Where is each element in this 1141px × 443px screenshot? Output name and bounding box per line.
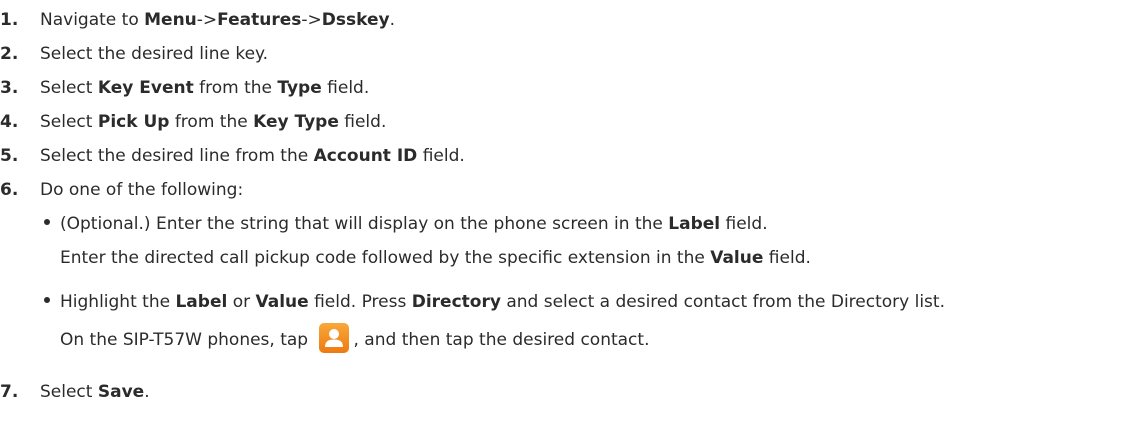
bullet-text: Highlight the: [60, 292, 176, 312]
step-text: Select the desired line from the: [40, 146, 314, 166]
step-text: Select: [40, 112, 98, 132]
step-text: field.: [338, 112, 387, 132]
step-text: Do one of the following:: [40, 180, 244, 200]
key-type-label: Key Type: [253, 112, 339, 132]
bullet-text: field.: [720, 214, 768, 234]
bullet-text: On the SIP-T57W phones, tap: [60, 330, 314, 350]
period-text: .: [389, 10, 395, 30]
step-4: 4. Select Pick Up from the Key Type field…: [0, 110, 386, 134]
step-7: 7. Select Save.: [0, 380, 150, 404]
dsskey-label: Dsskey: [321, 10, 390, 30]
bullet-continuation-1: Enter the directed call pickup code foll…: [60, 246, 811, 270]
key-event-label: Key Event: [97, 78, 194, 98]
step-6: 6. Do one of the following:: [0, 178, 243, 202]
arrow-text: ->: [301, 10, 322, 30]
bullet-dot-icon: [44, 297, 50, 303]
label-field-name: Label: [668, 214, 721, 234]
bullet-item-1: (Optional.) Enter the string that will d…: [44, 212, 768, 236]
features-label: Features: [217, 10, 302, 30]
bullet-continuation-2: On the SIP-T57W phones, tap , and then t…: [60, 323, 650, 356]
bullet-text: or: [227, 292, 256, 312]
type-label: Type: [277, 78, 322, 98]
step-number: 3.: [0, 78, 19, 98]
bullet-text: and select a desired contact from the Di…: [500, 292, 945, 312]
contact-icon: [318, 323, 349, 353]
step-text: Select the desired line key.: [40, 44, 269, 64]
directory-label: Directory: [411, 292, 501, 312]
step-3: 3. Select Key Event from the Type field.: [0, 76, 369, 100]
bullet-text: Enter the directed call pickup code foll…: [60, 248, 711, 268]
step-text: from the: [193, 78, 278, 98]
step-number: 2.: [0, 44, 19, 64]
step-number: 7.: [0, 382, 19, 402]
value-field-name: Value: [710, 248, 764, 268]
bullet-text: field.: [763, 248, 811, 268]
save-label: Save: [97, 382, 145, 402]
account-id-label: Account ID: [313, 146, 418, 166]
step-number: 6.: [0, 180, 19, 200]
step-text: from the: [169, 112, 254, 132]
step-5: 5. Select the desired line from the Accou…: [0, 144, 465, 168]
bullet-text: , and then tap the desired contact.: [353, 330, 650, 350]
step-number: 5.: [0, 146, 19, 166]
value-field-name: Value: [255, 292, 309, 312]
step-number: 1.: [0, 10, 19, 30]
bullet-text: (Optional.) Enter the string that will d…: [60, 214, 669, 234]
bullet-text: field. Press: [308, 292, 412, 312]
step-2: 2. Select the desired line key.: [0, 42, 268, 66]
step-text: Select: [40, 78, 98, 98]
step-number: 4.: [0, 112, 19, 132]
step-text: Navigate to: [40, 10, 145, 30]
period-text: .: [144, 382, 150, 402]
bullet-dot-icon: [44, 219, 50, 225]
step-text: Select: [40, 382, 98, 402]
step-text: field.: [321, 78, 370, 98]
arrow-text: ->: [196, 10, 218, 30]
step-1: 1. Navigate to Menu->Features->Dsskey.: [0, 8, 395, 32]
label-field-name: Label: [175, 292, 228, 312]
step-text: field.: [417, 146, 465, 166]
pick-up-label: Pick Up: [97, 112, 170, 132]
menu-label: Menu: [144, 10, 197, 30]
bullet-item-2: Highlight the Label or Value field. Pres…: [44, 290, 945, 314]
